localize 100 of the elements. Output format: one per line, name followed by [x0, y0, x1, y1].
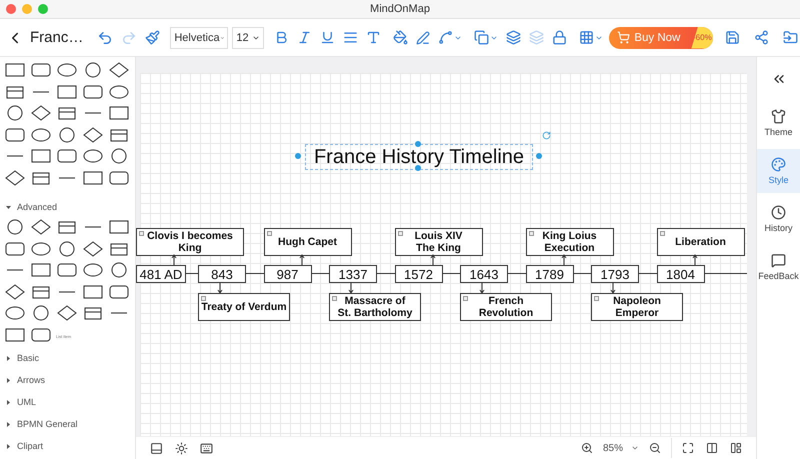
fit-button[interactable] [680, 440, 696, 456]
layout-button[interactable] [704, 440, 720, 456]
year-node[interactable]: 1572 [394, 265, 442, 283]
sidebar-tab[interactable]: FeedBack [757, 245, 800, 289]
shape-icon[interactable] [82, 261, 104, 279]
note-icon [594, 296, 599, 301]
window-title: MindOnMap [370, 3, 430, 15]
shape-icon[interactable] [82, 126, 104, 144]
connector-arrow [610, 283, 616, 293]
pen-button[interactable] [414, 28, 432, 46]
section-header[interactable]: UML [4, 391, 135, 413]
caret-icon [6, 444, 11, 448]
shape-icon[interactable] [82, 240, 104, 258]
shape-icon[interactable] [30, 61, 52, 79]
zoom-out-button[interactable] [647, 440, 663, 456]
year-node[interactable]: 1804 [656, 265, 704, 283]
connector-arrow [348, 283, 354, 293]
shape-icon[interactable] [30, 218, 52, 236]
event-node[interactable]: Louis XIV The King [394, 228, 482, 256]
shape-icon[interactable] [108, 61, 130, 79]
grid-icon [579, 30, 594, 45]
shape-icon[interactable] [4, 168, 26, 186]
caret-icon [6, 378, 11, 382]
shape-icon[interactable] [108, 218, 130, 236]
year-node[interactable]: 1793 [591, 265, 639, 283]
year-node[interactable]: 987 [264, 265, 312, 283]
shape-icon[interactable] [30, 147, 52, 165]
fill-button[interactable] [391, 28, 410, 47]
font-select[interactable]: Helvetica [170, 26, 228, 48]
shape-icon[interactable] [108, 104, 130, 122]
year-node[interactable]: 1789 [526, 265, 574, 283]
sidebar-tab[interactable]: History [757, 197, 800, 241]
year-node[interactable]: 481 AD [136, 265, 186, 283]
shape-icon[interactable] [4, 282, 26, 300]
shape-icon[interactable] [82, 82, 104, 100]
event-node[interactable]: Liberation [656, 228, 744, 256]
connector-icon [438, 30, 454, 45]
shape-icon[interactable] [108, 282, 130, 300]
event-node[interactable]: French Revolution [460, 293, 552, 321]
resize-handle[interactable] [415, 141, 421, 147]
rotate-handle-icon[interactable] [542, 131, 551, 140]
shape-icon[interactable] [30, 240, 52, 258]
shape-icon[interactable] [4, 61, 26, 79]
event-node[interactable]: Clovis I becomes King [136, 228, 244, 256]
note-icon [463, 296, 468, 301]
section-header[interactable]: Basic [4, 347, 135, 369]
note-icon [528, 231, 534, 236]
shape-icon[interactable] [56, 147, 78, 165]
sidebar-tab[interactable]: Theme [757, 101, 800, 145]
section-header[interactable]: Clipart [4, 435, 135, 457]
format-painter-button[interactable] [143, 28, 162, 47]
shape-icon[interactable] [82, 282, 104, 300]
panel-button[interactable] [728, 440, 744, 456]
shape-icon[interactable] [4, 304, 26, 322]
group-button[interactable] [504, 28, 524, 47]
document-title: Franc… [30, 29, 84, 46]
event-node[interactable]: King Loius Execution [526, 228, 614, 256]
connector-arrow [479, 283, 485, 293]
theme-mode-button[interactable] [173, 440, 190, 456]
caret-icon [6, 422, 11, 426]
font-size-select[interactable]: 12 [232, 26, 264, 48]
shape-icon[interactable] [56, 304, 78, 322]
connector-arrow [171, 255, 177, 265]
caret-icon [6, 204, 11, 210]
copy-icon [474, 30, 490, 45]
section-header[interactable]: BPMN General [4, 413, 135, 435]
shape-icon[interactable] [108, 168, 130, 186]
italic-icon [297, 30, 312, 45]
close-button[interactable] [6, 4, 16, 14]
zoom-level[interactable]: 85% [602, 442, 623, 454]
year-node[interactable]: 1643 [460, 265, 508, 283]
year-node[interactable]: 1337 [329, 265, 377, 283]
shape-icon[interactable] [108, 82, 130, 100]
shape-icon[interactable] [56, 261, 78, 279]
shape-icon[interactable] [56, 82, 78, 100]
section-header[interactable]: Advanced [4, 196, 135, 218]
shape-icon[interactable] [4, 240, 26, 258]
palette-icon [771, 157, 786, 172]
shape-icon[interactable] [30, 104, 52, 122]
event-node[interactable]: Hugh Capet [264, 228, 352, 256]
sidebar-tab[interactable]: Style [757, 149, 800, 193]
event-node[interactable]: Napoleon Emperor [591, 293, 683, 321]
event-node[interactable]: Massacre of St. Bartholomy [329, 293, 421, 321]
caret-icon [6, 400, 11, 404]
section-header[interactable]: Arrows [4, 369, 135, 391]
shape-icon[interactable] [4, 326, 26, 344]
resize-handle[interactable] [536, 153, 542, 159]
shape-icon[interactable] [30, 261, 52, 279]
caret-icon[interactable] [631, 444, 639, 452]
cart-icon [617, 31, 630, 44]
shape-icon[interactable] [56, 61, 78, 79]
shape-icon[interactable] [82, 147, 104, 165]
shape-icon[interactable] [82, 168, 104, 186]
event-node[interactable]: Treaty of Verdum [198, 293, 290, 321]
shape-icon[interactable] [30, 326, 52, 344]
shape-icon[interactable] [4, 126, 26, 144]
connector-arrow [560, 255, 566, 265]
resize-handle[interactable] [295, 153, 301, 159]
shape-icon[interactable] [30, 126, 52, 144]
year-node[interactable]: 843 [198, 265, 246, 283]
